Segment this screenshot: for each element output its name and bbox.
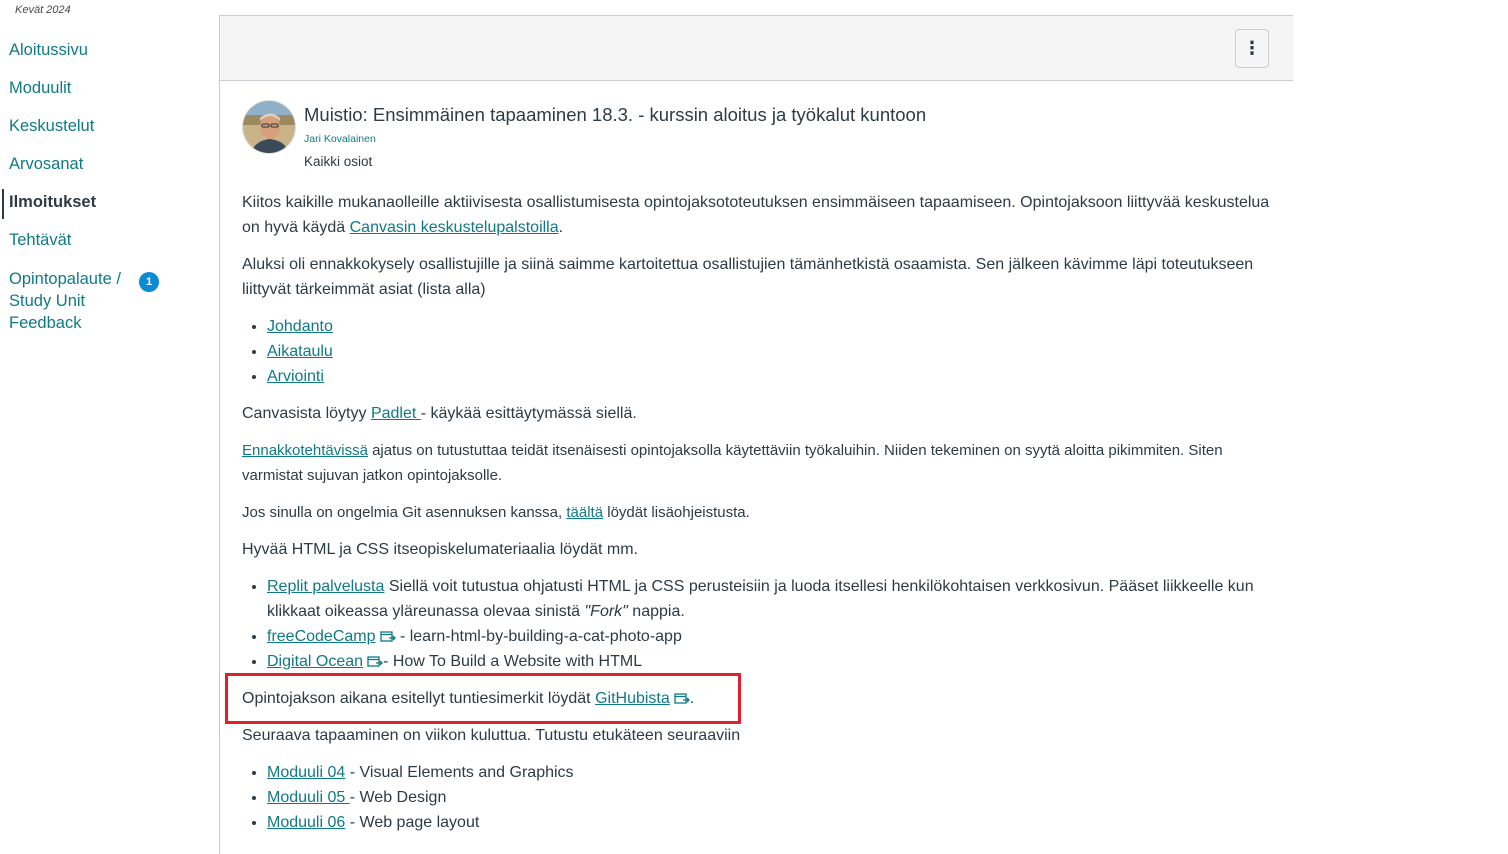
text: - learn-html-by-building-a-cat-photo-app xyxy=(395,628,682,645)
nav-item-keskustelut[interactable]: Keskustelut xyxy=(0,112,200,150)
list-item: Replit palvelusta Siellä voit tutustua o… xyxy=(267,574,1272,624)
nav-item-label: Ilmoitukset xyxy=(9,193,97,211)
list-item: Moduuli 04 - Visual Elements and Graphic… xyxy=(267,760,1272,785)
nav-item-label: Arvosanat xyxy=(9,155,84,173)
list-item: freeCodeCamp - learn-html-by-building-a-… xyxy=(267,624,1272,649)
nav-item-arvosanat[interactable]: Arvosanat xyxy=(0,150,200,188)
freecodecamp-link[interactable]: freeCodeCamp xyxy=(267,628,376,645)
list-item: Arviointi xyxy=(267,364,1272,389)
text: Jos sinulla on ongelmia Git asennuksen k… xyxy=(242,504,567,521)
text: - Visual Elements and Graphics xyxy=(345,764,574,781)
padlet-link[interactable]: Padlet xyxy=(371,405,421,422)
text: Siellä voit tutustua ohjatusti HTML ja C… xyxy=(267,578,1254,620)
avatar-photo-icon xyxy=(243,101,295,153)
nav-item-label: Keskustelut xyxy=(9,117,95,135)
paragraph-padlet: Canvasista löytyy Padlet - käykää esittä… xyxy=(242,401,1272,426)
sections-label: Kaikki osiot xyxy=(304,154,373,169)
nav-item-label-line: Study Unit xyxy=(9,292,86,310)
moduuli-05-link[interactable]: Moduuli 05 xyxy=(267,789,350,806)
text: - Web Design xyxy=(349,789,447,806)
text: Hyvää HTML ja CSS itseopiskelumateriaali… xyxy=(242,541,638,558)
more-options-button[interactable]: ⋮ xyxy=(1235,29,1269,68)
text: löydät lisäohjeistusta. xyxy=(603,504,750,521)
nav-item-label: Moduulit xyxy=(9,79,72,97)
unread-count-badge: 1 xyxy=(139,272,159,292)
list-item: Digital Ocean - How To Build a Website wi… xyxy=(267,649,1272,674)
moduuli-06-link[interactable]: Moduuli 06 xyxy=(267,814,345,831)
text: "Fork" xyxy=(584,603,628,620)
list-item: Aikataulu xyxy=(267,339,1272,364)
paragraph-resources: Hyvää HTML ja CSS itseopiskelumateriaali… xyxy=(242,537,1272,562)
announcement-body: Kiitos kaikille mukanaolleille aktiivise… xyxy=(242,190,1272,847)
digitalocean-link[interactable]: Digital Ocean xyxy=(267,653,363,670)
discussion-link[interactable]: Canvasin keskustelupalstoilla xyxy=(350,219,559,236)
paragraph-intro: Kiitos kaikille mukanaolleille aktiivise… xyxy=(242,190,1272,240)
nav-item-label-line: Opintopalaute / xyxy=(9,270,121,288)
external-link-icon xyxy=(379,631,396,642)
announcement-toolbar: ⋮ xyxy=(220,15,1293,81)
paragraph-next-meeting: Seuraava tapaaminen on viikon kuluttua. … xyxy=(242,723,1272,748)
resources-list: Replit palvelusta Siellä voit tutustua o… xyxy=(242,574,1272,674)
arviointi-link[interactable]: Arviointi xyxy=(267,368,324,385)
list-item: Moduuli 06 - Web page layout xyxy=(267,810,1272,835)
text: - käykää esittäytymässä siellä. xyxy=(420,405,637,422)
nav-item-moduulit[interactable]: Moduulit xyxy=(0,74,200,112)
term-label: Kevät 2024 xyxy=(15,4,71,16)
johdanto-link[interactable]: Johdanto xyxy=(267,318,333,335)
text: . xyxy=(689,690,695,707)
moduuli-04-link[interactable]: Moduuli 04 xyxy=(267,764,345,781)
nav-item-label: Tehtävät xyxy=(9,231,72,249)
list-item: Johdanto xyxy=(267,314,1272,339)
paragraph-summary: Aluksi oli ennakkokysely osallistujille … xyxy=(242,252,1272,302)
announcement-title: Muistio: Ensimmäinen tapaaminen 18.3. - … xyxy=(304,104,927,125)
topics-list: Johdanto Aikataulu Arviointi xyxy=(242,314,1272,389)
paragraph-prework: Ennakkotehtävissä ajatus on tutustuttaa … xyxy=(242,438,1272,488)
author-name-link[interactable]: Jari Kovalainen xyxy=(304,133,376,145)
course-navigation: Aloitussivu Moduulit Keskustelut Arvosan… xyxy=(0,36,200,334)
text: Seuraava tapaaminen on viikon kuluttua. … xyxy=(242,727,741,744)
text: ajatus on tutustuttaa teidät itsenäisest… xyxy=(242,442,1223,484)
external-link-icon xyxy=(674,693,690,704)
list-item: Moduuli 05 - Web Design xyxy=(267,785,1272,810)
paragraph-git: Jos sinulla on ongelmia Git asennuksen k… xyxy=(242,500,1272,525)
text: Opintojakson aikana esitellyt tuntiesime… xyxy=(242,690,596,707)
github-link[interactable]: GitHubista xyxy=(595,690,670,707)
text: Aluksi oli ennakkokysely osallistujille … xyxy=(242,256,1254,298)
text: - Web page layout xyxy=(345,814,480,831)
text: Canvasista löytyy xyxy=(242,405,371,422)
replit-link[interactable]: Replit palvelusta xyxy=(267,578,384,595)
paragraph-github: Opintojakson aikana esitellyt tuntiesime… xyxy=(242,686,1272,711)
git-help-link[interactable]: täältä xyxy=(566,504,603,521)
text: nappia. xyxy=(627,603,685,620)
author-avatar[interactable] xyxy=(242,100,296,154)
nav-item-opintopalaute[interactable]: Opintopalaute / Study Unit Feedback 1 xyxy=(0,264,200,334)
nav-item-ilmoitukset[interactable]: Ilmoitukset xyxy=(0,188,200,226)
nav-item-tehtavat[interactable]: Tehtävät xyxy=(0,226,200,264)
external-link-icon xyxy=(367,656,383,667)
text: - How To Build a Website with HTML xyxy=(383,653,643,670)
aikataulu-link[interactable]: Aikataulu xyxy=(267,343,333,360)
text: . xyxy=(558,219,564,236)
nav-item-aloitussivu[interactable]: Aloitussivu xyxy=(0,36,200,74)
ennakkotehtavat-link[interactable]: Ennakkotehtävissä xyxy=(242,442,368,459)
modules-list: Moduuli 04 - Visual Elements and Graphic… xyxy=(242,760,1272,835)
nav-item-label: Aloitussivu xyxy=(9,41,88,59)
nav-item-label-line: Feedback xyxy=(9,314,82,332)
kebab-menu-icon: ⋮ xyxy=(1243,38,1261,58)
